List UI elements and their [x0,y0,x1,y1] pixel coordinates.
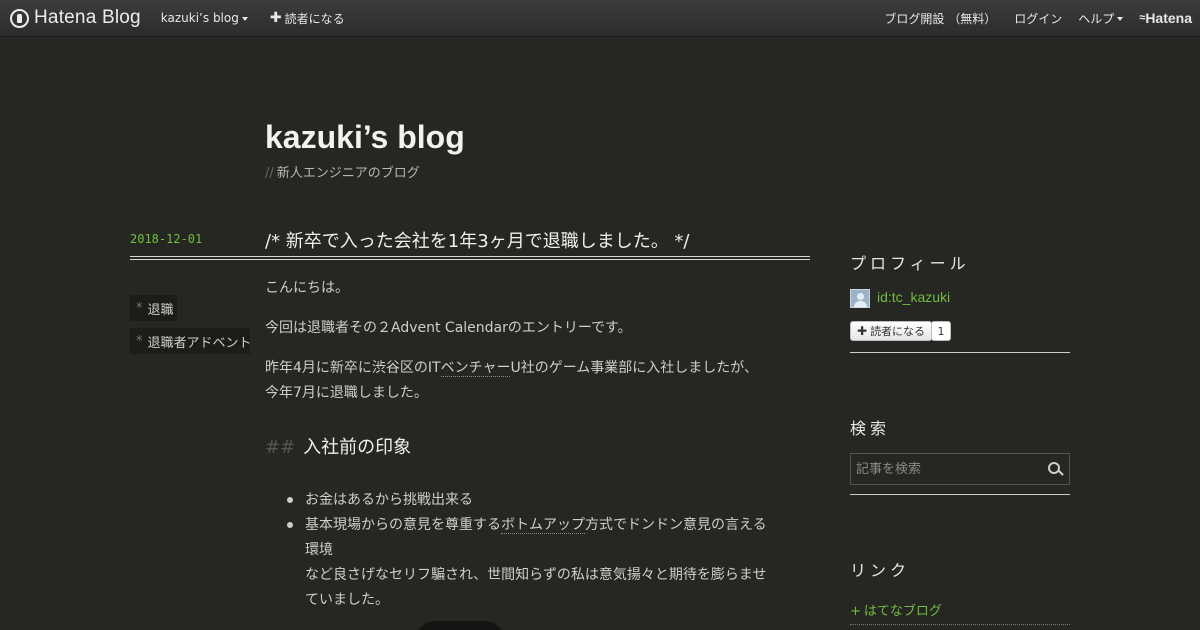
blog-menu-label: kazuki’s blog [160,11,239,25]
entry-image [415,621,505,630]
description-text: 新人エンジニアのブログ [276,166,420,181]
open-blog-link[interactable]: ブログ開設 （無料） [884,0,996,37]
category-tag[interactable]: * 退職 [130,295,177,321]
caret-down-icon [1117,16,1124,21]
hatena-link[interactable]: ≈ Hatena [1139,10,1192,26]
paragraph-text: 今年7月に退職しました。 [265,385,428,401]
search-heading: 検索 [850,419,891,438]
hatena-blog-logo[interactable]: Hatena Blog [10,0,141,37]
caret-down-icon [241,16,248,21]
list-item-text: お金はあるから挑戦出来る [305,492,473,508]
category-label: 退職者アドベント [147,335,251,351]
links-heading: リンク [850,561,911,580]
help-menu[interactable]: ヘルプ [1078,0,1124,37]
subscribe-link[interactable]: ✚ 読者になる [270,0,345,37]
subscriber-count[interactable]: 1 [931,321,951,341]
link-label: はてなブログ [863,604,942,619]
plus-icon: ✚ [269,10,282,26]
entry-divider [130,256,810,260]
hatena-label: Hatena [1145,10,1192,26]
blog-menu[interactable]: kazuki’s blog [161,0,248,37]
list-item-text: 基本現場からの意見を尊重する [305,517,501,533]
plus-icon: + [850,604,861,619]
plus-icon: ✚ [857,324,868,338]
profile-heading: プロフィール [850,254,970,273]
link-hatena-blog[interactable]: + はてなブログ [850,600,942,619]
sidebar-divider [850,494,1070,495]
brand-name: Hatena Blog [34,7,141,28]
paragraph: こんにちは。 [265,280,349,296]
avatar-icon[interactable] [850,289,870,308]
keyword-link[interactable]: ベンチャー [440,360,511,377]
list-item: お金はあるから挑戦出来る [287,488,807,513]
subscribe-button[interactable]: ✚ 読者になる [850,321,933,341]
paragraph: 昨年4月に新卒に渋谷区のITベンチャーU社のゲーム事業部に入社しましたが、 今年… [265,356,810,406]
bullet-list: お金はあるから挑戦出来る 基本現場からの意見を尊重するボトムアップ方式でドンドン… [287,488,807,613]
search-input[interactable] [851,454,1043,484]
blog-title[interactable]: kazuki’s blog [265,119,465,156]
section-heading: ## 入社前の印象 [265,433,411,459]
subscribe-button-label: 読者になる [870,325,926,338]
entry-title[interactable]: /* 新卒で入った会社を1年3ヶ月で退職しました。 */ [265,227,689,253]
list-item-text: 方式でドンドン意見の言える [585,517,767,533]
profile-id-link[interactable]: id:tc_kazuki [877,289,950,305]
subscribe-label: 読者になる [284,11,345,26]
heading-text: 入社前の印象 [303,437,412,458]
list-item-text: 環境 [305,542,333,558]
blog-description: //新人エンジニアのブログ [265,162,420,181]
keyword-link[interactable]: ボトムアップ [501,517,585,534]
category-label: 退職 [147,302,174,318]
search-form [850,453,1070,485]
entry-date[interactable]: 2018-12-01 [130,232,202,246]
list-item: 基本現場からの意見を尊重するボトムアップ方式でドンドン意見の言える 環境 など良… [287,513,807,613]
paragraph-text: U社のゲーム事業部に入社しましたが、 [510,360,759,376]
description-prefix: // [265,166,274,181]
login-link[interactable]: ログイン [1014,0,1062,37]
hatena-logo-icon [10,8,29,28]
link-divider [850,624,1070,625]
help-label: ヘルプ [1078,11,1115,26]
sidebar-divider [850,352,1070,353]
list-item-text: ていました。 [305,592,389,608]
hatena-wave-icon: ≈ [1139,12,1145,24]
category-tag[interactable]: * 退職者アドベント [130,328,250,354]
search-icon[interactable] [1043,454,1069,484]
paragraph: 今回は退職者その２Advent Calendarのエントリーです。 [265,320,632,336]
heading-prefix: ## [265,437,296,458]
global-header: Hatena Blog kazuki’s blog ✚ 読者になる ブログ開設 … [0,0,1200,37]
list-item-text: など良さげなセリフ騙され、世間知らずの私は意気揚々と期待を膨らませ [305,567,767,583]
paragraph-text: 昨年4月に新卒に渋谷区のIT [265,360,441,376]
header-right-nav: ブログ開設 （無料） ログイン ヘルプ ≈ Hatena [884,0,1200,37]
